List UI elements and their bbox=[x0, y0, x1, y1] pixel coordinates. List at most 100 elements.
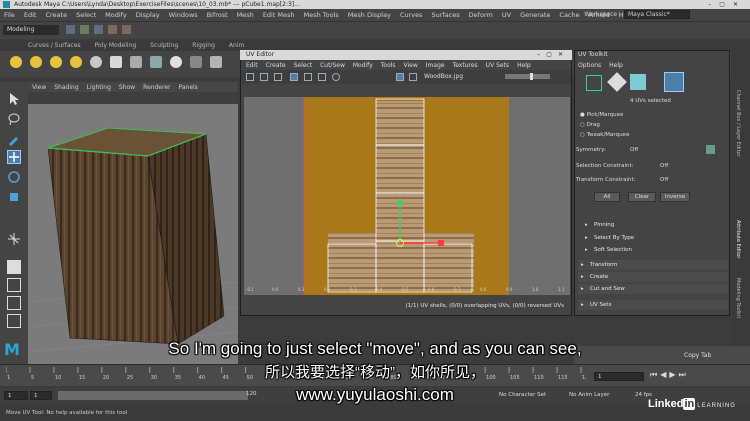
uv-toolbar-icon[interactable] bbox=[318, 73, 326, 81]
menu-file[interactable]: File bbox=[4, 11, 15, 19]
uv-menu-modify[interactable]: Modify bbox=[353, 62, 373, 69]
uv-toolbar-icon[interactable] bbox=[332, 73, 340, 81]
plane-icon[interactable] bbox=[150, 56, 162, 68]
uv-toolbar-icon[interactable] bbox=[304, 73, 312, 81]
modeling-toolkit-tab[interactable]: Modeling Toolkit bbox=[735, 278, 741, 318]
light-icon[interactable] bbox=[70, 56, 82, 68]
uv-menu-view[interactable]: View bbox=[404, 62, 418, 69]
render-settings-icon[interactable] bbox=[210, 56, 222, 68]
cut-and-sew-section[interactable]: Cut and Sew bbox=[578, 284, 728, 294]
four-view-layout-icon[interactable] bbox=[7, 278, 21, 292]
new-scene-icon[interactable] bbox=[66, 25, 75, 34]
menu-display[interactable]: Display bbox=[136, 11, 160, 19]
light-icon[interactable] bbox=[50, 56, 62, 68]
menu-set-dropdown[interactable]: Modeling bbox=[3, 25, 59, 35]
workspace-dropdown[interactable]: Maya Classic* bbox=[624, 10, 690, 19]
shader-icon[interactable] bbox=[190, 56, 202, 68]
menu-select[interactable]: Select bbox=[76, 11, 96, 19]
pinning-section[interactable]: Pinning bbox=[582, 220, 728, 230]
image-icon[interactable] bbox=[409, 73, 417, 81]
shelf-tab-sculpting[interactable]: Sculpting bbox=[150, 42, 178, 49]
sphere-icon[interactable] bbox=[90, 56, 102, 68]
rotate-tool-icon[interactable] bbox=[7, 170, 21, 184]
transform-constraint-dropdown[interactable]: Off bbox=[660, 177, 668, 183]
save-scene-icon[interactable] bbox=[94, 25, 103, 34]
menu-cache[interactable]: Cache bbox=[559, 11, 579, 19]
pick-marquee-radio[interactable]: ● Pick/Marquee bbox=[580, 112, 623, 118]
channel-box-tab[interactable]: Channel Box / Layer Editor bbox=[735, 90, 741, 157]
perspective-viewport[interactable] bbox=[28, 82, 238, 364]
uv-canvas[interactable]: -0.1 0.0 0.1 0.2 0.3 0.4 0.5 0.6 0.7 0.8 0.9 1.0 1.1 bbox=[244, 97, 570, 295]
uv-menu-create[interactable]: Create bbox=[266, 62, 286, 69]
toolkit-menu-options[interactable]: Options bbox=[578, 62, 601, 69]
transform-section[interactable]: Transform bbox=[578, 260, 728, 270]
soft-selection-section[interactable]: Soft Selection bbox=[582, 245, 728, 255]
symmetry-icon[interactable] bbox=[706, 145, 715, 154]
shelf-tab-animation[interactable]: Anim bbox=[229, 42, 244, 49]
clear-selection-button[interactable]: Clear bbox=[628, 192, 656, 202]
cube-icon[interactable] bbox=[130, 56, 142, 68]
single-perspective-layout-icon[interactable] bbox=[7, 260, 21, 274]
texture-name[interactable]: WoodBox.jpg bbox=[424, 73, 463, 80]
drag-radio[interactable]: ○ Drag bbox=[580, 122, 600, 128]
uv-menu-textures[interactable]: Textures bbox=[453, 62, 478, 69]
uv-sets-section[interactable]: UV Sets bbox=[578, 300, 728, 310]
uv-toolbar-icon[interactable] bbox=[290, 73, 298, 81]
uv-toolbar-icon[interactable] bbox=[274, 73, 282, 81]
menu-uv[interactable]: UV bbox=[502, 11, 511, 19]
open-scene-icon[interactable] bbox=[80, 25, 89, 34]
viewport-menu-view[interactable]: View bbox=[32, 84, 46, 91]
exposure-slider[interactable] bbox=[505, 74, 550, 79]
snap-icon[interactable] bbox=[7, 232, 21, 246]
uv-toolbar-icon[interactable] bbox=[246, 73, 254, 81]
light-icon[interactable] bbox=[10, 56, 22, 68]
window-controls[interactable]: –▢✕ bbox=[708, 0, 746, 9]
selection-constraint-dropdown[interactable]: Off bbox=[660, 163, 668, 169]
exposure-slider-handle[interactable] bbox=[530, 73, 533, 80]
attribute-editor-tab[interactable]: Attribute Editor bbox=[735, 220, 741, 258]
menu-deform[interactable]: Deform bbox=[469, 11, 493, 19]
menu-modify[interactable]: Modify bbox=[105, 11, 127, 19]
toolkit-menu-help[interactable]: Help bbox=[609, 62, 623, 69]
undo-icon[interactable] bbox=[108, 25, 117, 34]
menu-mesh-tools[interactable]: Mesh Tools bbox=[304, 11, 339, 19]
menu-curves[interactable]: Curves bbox=[400, 11, 423, 19]
create-section[interactable]: Create bbox=[578, 272, 728, 282]
lasso-tool-icon[interactable] bbox=[7, 112, 21, 126]
viewport-menu-show[interactable]: Show bbox=[119, 84, 135, 91]
uv-mode-icon[interactable] bbox=[664, 72, 684, 92]
inverse-selection-button[interactable]: Inverse bbox=[660, 192, 690, 202]
uv-menu-uv-sets[interactable]: UV Sets bbox=[486, 62, 509, 69]
select-by-type-section[interactable]: Select By Type bbox=[582, 233, 728, 243]
face-mode-icon[interactable] bbox=[630, 74, 646, 90]
viewport-menu-shading[interactable]: Shading bbox=[54, 84, 78, 91]
outliner-layout-icon[interactable] bbox=[7, 314, 21, 328]
uv-menu-tools[interactable]: Tools bbox=[381, 62, 396, 69]
checker-icon[interactable] bbox=[396, 73, 404, 81]
menu-windows[interactable]: Windows bbox=[169, 11, 198, 19]
shelf-tab-rigging[interactable]: Rigging bbox=[192, 42, 215, 49]
paint-select-tool-icon[interactable] bbox=[7, 132, 21, 146]
uv-editor-window-controls[interactable]: –▢✕ bbox=[537, 50, 569, 60]
two-view-layout-icon[interactable] bbox=[7, 296, 21, 310]
select-all-button[interactable]: All bbox=[594, 192, 620, 202]
menu-edit[interactable]: Edit bbox=[24, 11, 37, 19]
viewport-menu-panels[interactable]: Panels bbox=[178, 84, 197, 91]
camera-icon[interactable] bbox=[110, 56, 122, 68]
uv-menu-help[interactable]: Help bbox=[517, 62, 531, 69]
shelf-tab-poly-modeling[interactable]: Poly Modeling bbox=[95, 42, 137, 49]
render-icon[interactable] bbox=[170, 56, 182, 68]
uv-shell-mode-icon[interactable] bbox=[586, 75, 602, 91]
uv-menu-cut-sew[interactable]: Cut/Sew bbox=[320, 62, 345, 69]
uv-menu-select[interactable]: Select bbox=[294, 62, 313, 69]
viewport-menu-lighting[interactable]: Lighting bbox=[87, 84, 111, 91]
menu-mesh-display[interactable]: Mesh Display bbox=[348, 11, 391, 19]
viewport-menu-renderer[interactable]: Renderer bbox=[143, 84, 170, 91]
symmetry-dropdown[interactable]: Off bbox=[630, 147, 638, 153]
menu-generate[interactable]: Generate bbox=[520, 11, 550, 19]
select-tool-icon[interactable] bbox=[7, 92, 21, 106]
menu-edit-mesh[interactable]: Edit Mesh bbox=[263, 11, 295, 19]
uv-menu-edit[interactable]: Edit bbox=[246, 62, 258, 69]
menu-mesh[interactable]: Mesh bbox=[237, 11, 254, 19]
uv-menu-image[interactable]: Image bbox=[426, 62, 445, 69]
